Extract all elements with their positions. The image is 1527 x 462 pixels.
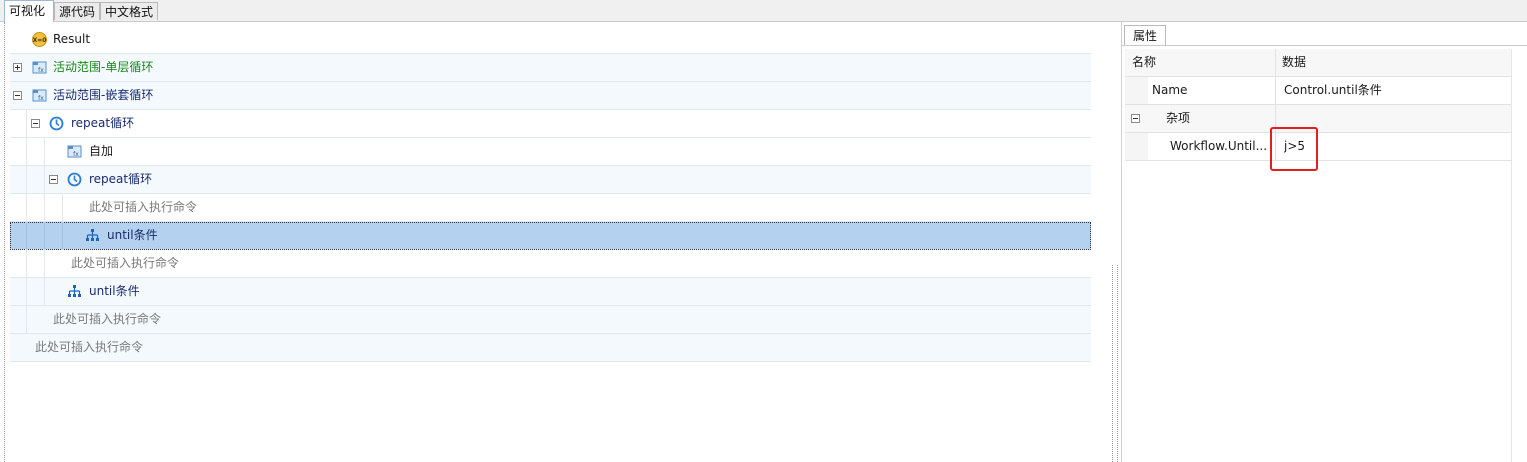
- tree-row-label: 活动范围-嵌套循环: [53, 88, 154, 102]
- pane-splitter[interactable]: [1112, 265, 1118, 462]
- until-condition-icon: [68, 285, 81, 297]
- left-dock-edge[interactable]: [0, 22, 5, 462]
- variable-icon: X=0: [32, 32, 47, 47]
- collapse-icon[interactable]: [49, 175, 58, 184]
- tree-row-label: repeat循环: [71, 116, 135, 130]
- tree-row-label: until条件: [89, 284, 140, 298]
- property-row-workflow-until[interactable]: Workflow.Until... j>5: [1125, 133, 1511, 161]
- expand-icon[interactable]: [13, 63, 22, 72]
- tree-row-scope-nested-loop[interactable]: fx 活动范围-嵌套循环: [10, 82, 1091, 110]
- tree-row-insert-placeholder[interactable]: 此处可插入执行命令: [10, 306, 1091, 334]
- tree-row-insert-placeholder[interactable]: 此处可插入执行命令: [10, 334, 1091, 362]
- collapse-icon[interactable]: [13, 91, 22, 100]
- column-header-value: 数据: [1282, 55, 1307, 69]
- property-category-label: 杂项: [1166, 111, 1191, 125]
- tree-row-label: 自加: [89, 144, 114, 158]
- tab-visual[interactable]: 可视化: [4, 0, 54, 22]
- tree-row-until-condition-outer[interactable]: until条件: [10, 278, 1091, 306]
- tree-row-result[interactable]: X=0 Result: [10, 26, 1091, 54]
- tab-properties[interactable]: 属性: [1124, 25, 1166, 46]
- tree-row-until-condition-inner[interactable]: until条件: [10, 222, 1091, 250]
- tree-row-label: 活动范围-单层循环: [53, 60, 154, 74]
- property-grid-scroll-area: [1511, 49, 1527, 462]
- svg-text:X=0: X=0: [33, 37, 47, 44]
- tree-row-repeat-loop-inner[interactable]: repeat循环: [10, 166, 1091, 194]
- tree-row-label: until条件: [107, 228, 158, 242]
- property-name: Name: [1152, 83, 1188, 97]
- property-value[interactable]: Control.until条件: [1284, 77, 1509, 104]
- tree-row-insert-placeholder[interactable]: 此处可插入执行命令: [10, 194, 1091, 222]
- collapse-icon[interactable]: [31, 119, 40, 128]
- collapse-icon[interactable]: [1131, 114, 1140, 123]
- tree-row-insert-placeholder[interactable]: 此处可插入执行命令: [10, 250, 1091, 278]
- column-header-name: 名称: [1132, 55, 1157, 69]
- tab-source-code[interactable]: 源代码: [54, 2, 100, 20]
- tree-row-label: 此处可插入执行命令: [53, 312, 162, 326]
- scope-icon: fx: [32, 89, 47, 102]
- tree-row-label: 此处可插入执行命令: [89, 200, 198, 214]
- until-condition-icon: [86, 229, 99, 241]
- tree-row-label: Result: [53, 32, 91, 46]
- property-name: Workflow.Until...: [1170, 139, 1268, 153]
- repeat-loop-icon: [49, 116, 64, 131]
- svg-text:fx: fx: [73, 151, 79, 158]
- tab-chinese-format[interactable]: 中文格式: [100, 2, 158, 20]
- scope-icon: fx: [32, 61, 47, 74]
- svg-text:fx: fx: [38, 67, 44, 74]
- tree-row-label: 此处可插入执行命令: [35, 340, 144, 354]
- tree-row-increment[interactable]: fx 自加: [10, 138, 1091, 166]
- tree-row-scope-single-loop[interactable]: fx 活动范围-单层循环: [10, 54, 1091, 82]
- repeat-loop-icon: [67, 172, 82, 187]
- tree-row-repeat-loop-outer[interactable]: repeat循环: [10, 110, 1091, 138]
- property-category-misc[interactable]: 杂项: [1125, 105, 1511, 133]
- highlight-box: [1270, 127, 1318, 171]
- property-grid-header: 名称 数据: [1125, 49, 1511, 77]
- property-row-name[interactable]: Name Control.until条件: [1125, 77, 1511, 105]
- view-tabstrip: 可视化 源代码 中文格式: [0, 0, 1527, 22]
- tree-row-label: 此处可插入执行命令: [71, 256, 180, 270]
- svg-text:fx: fx: [38, 95, 44, 102]
- assign-activity-icon: fx: [67, 145, 82, 158]
- tree-row-label: repeat循环: [89, 172, 153, 186]
- properties-pane: 属性 名称 数据 Name Control.until条件 杂项 Workflo…: [1122, 22, 1527, 462]
